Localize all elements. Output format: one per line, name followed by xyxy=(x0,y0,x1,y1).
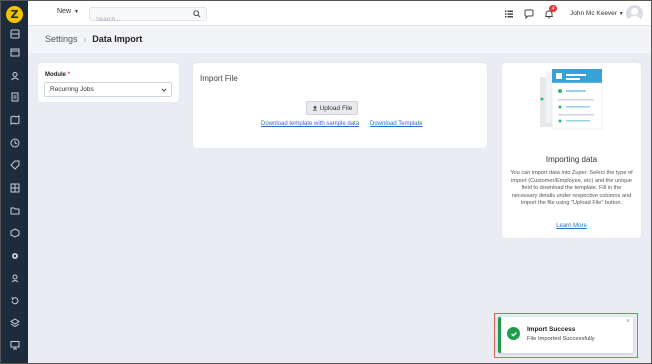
zuper-logo[interactable]: Z xyxy=(6,6,23,23)
chevron-right-icon: › xyxy=(83,34,87,44)
new-button[interactable]: New ▼ xyxy=(57,8,79,15)
module-card: Module * Recurring Jobs xyxy=(38,63,179,102)
search-box xyxy=(89,7,207,26)
breadcrumb: Settings › Data Import xyxy=(45,34,142,44)
module-selected-value: Recurring Jobs xyxy=(50,86,94,93)
check-icon xyxy=(507,327,520,340)
success-toast: Import Success File Imported Successfull… xyxy=(498,317,633,353)
document-icon[interactable] xyxy=(9,91,20,102)
learn-more-link[interactable]: Learn More xyxy=(502,223,641,229)
required-mark: * xyxy=(67,72,71,78)
info-title: Importing data xyxy=(545,155,598,164)
page-header: Settings › Data Import xyxy=(28,26,651,53)
new-button-label: New xyxy=(57,8,72,15)
toast-message: File Imported Successfully xyxy=(527,336,595,342)
users-icon[interactable] xyxy=(9,70,20,81)
user-name-label: John Mc Keever xyxy=(570,10,617,17)
tag-icon[interactable] xyxy=(9,159,20,170)
layers-icon[interactable] xyxy=(9,317,20,328)
breadcrumb-settings[interactable]: Settings xyxy=(45,34,78,44)
download-sample-link[interactable]: Download template with sample data xyxy=(261,121,359,127)
settings-icon[interactable] xyxy=(9,250,20,261)
search-input[interactable] xyxy=(90,14,190,26)
map-icon[interactable] xyxy=(9,114,20,125)
close-icon[interactable]: × xyxy=(626,318,630,325)
caret-down-icon: ▼ xyxy=(618,11,624,17)
app-window: Z New ▼ 4 John Mc Keever ▼ xyxy=(0,0,652,364)
search-icon[interactable] xyxy=(193,10,201,18)
calendar-icon[interactable] xyxy=(9,46,20,57)
monitor-icon[interactable] xyxy=(9,339,20,350)
folder-icon[interactable] xyxy=(9,205,20,216)
contacts-icon[interactable] xyxy=(9,272,20,283)
user-menu[interactable]: John Mc Keever ▼ xyxy=(570,10,624,17)
module-select[interactable]: Recurring Jobs xyxy=(44,82,172,97)
notification-badge: 4 xyxy=(549,5,557,12)
history-icon[interactable] xyxy=(9,295,20,306)
dashboard-icon[interactable] xyxy=(9,28,20,39)
clock-icon[interactable] xyxy=(9,137,20,148)
top-bar: New ▼ xyxy=(28,1,651,26)
module-label: Module * xyxy=(45,72,70,78)
avatar[interactable] xyxy=(626,5,643,22)
info-card: Importing data You can import data into … xyxy=(502,63,641,238)
download-template-link[interactable]: Download Template xyxy=(370,121,423,127)
sidebar: Z xyxy=(1,1,28,363)
upload-file-label: Upload File xyxy=(319,104,353,112)
import-file-card: Import File Upload File Download templat… xyxy=(193,63,487,148)
page-title: Data Import xyxy=(92,34,143,44)
chevron-down-icon xyxy=(161,88,167,92)
module-label-text: Module xyxy=(45,72,66,78)
upload-file-button[interactable]: Upload File xyxy=(306,101,358,115)
grid-icon[interactable] xyxy=(9,182,20,193)
info-text: You can import data into Zuper. Select t… xyxy=(510,170,633,207)
import-illustration xyxy=(540,69,603,130)
import-file-title: Import File xyxy=(200,74,238,83)
toast-title: Import Success xyxy=(527,326,576,333)
list-icon[interactable] xyxy=(504,9,514,19)
chat-icon[interactable] xyxy=(524,9,534,19)
box-icon[interactable] xyxy=(9,227,20,238)
upload-icon xyxy=(312,105,317,111)
caret-down-icon: ▼ xyxy=(74,8,79,15)
